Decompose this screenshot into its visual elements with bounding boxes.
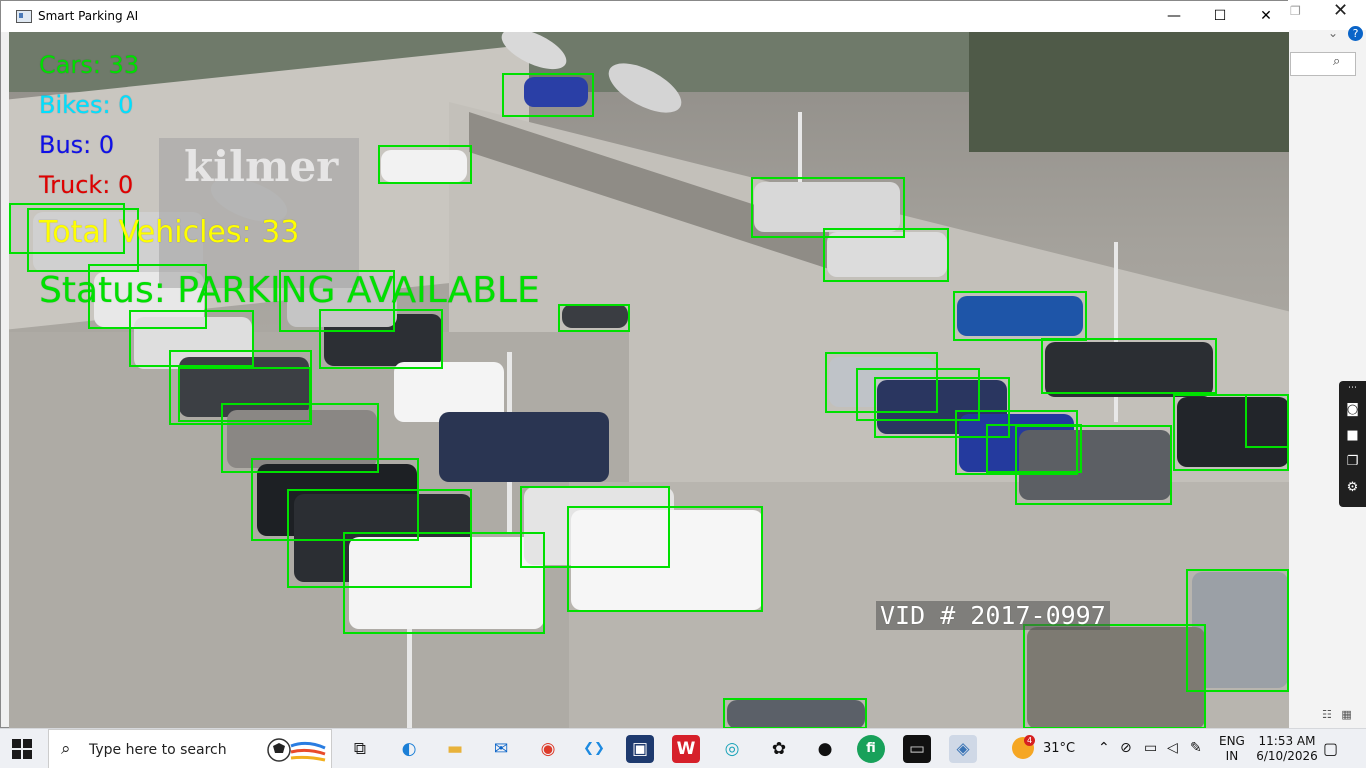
search-highlight-icon[interactable] [267,736,327,764]
language-code: ENG [1219,734,1245,748]
clock-time: 11:53 AM [1258,734,1316,748]
tree-area [969,32,1289,152]
detection-box [823,228,949,282]
watermark-logo: kilmer [184,142,339,191]
taskbar: ⌕ Type here to search ⧉ ◐ ▬ ✉ ◉ ❮❯ ▣ W ◎… [0,728,1366,768]
github-icon[interactable]: ● [811,735,839,763]
chevron-down-icon[interactable]: ⌄ [1328,26,1338,40]
desktop: ❐ ✕ ⌄ ? ⌕ ☷ ▦ ⋯ ◙ ■ ❐ ⚙ Smart Parking AI… [0,0,1366,768]
detection-box [953,291,1087,341]
battery-icon[interactable]: ▭ [1144,740,1157,756]
window-title: Smart Parking AI [38,9,139,23]
close-button[interactable]: ✕ [1243,1,1289,32]
total-vehicles: Total Vehicles: 33 [39,215,300,250]
notification-icon[interactable]: ▢ [1323,739,1338,758]
search-placeholder: Type here to search [89,742,227,758]
cars-count: Cars: 33 [39,51,140,79]
volume-icon[interactable]: ◁ [1167,740,1178,756]
chevron-up-icon[interactable]: ⌃ [1098,740,1110,756]
detection-box [1015,425,1172,505]
smart-parking-window: Smart Parking AI — ☐ ✕ kilmer Cars: 33 B… [0,0,1289,729]
search-icon[interactable]: ⌕ [1333,54,1340,69]
pen-icon[interactable]: ✎ [1190,740,1202,756]
network-icon[interactable]: ⊘ [1120,740,1132,756]
chrome-icon[interactable]: ◉ [534,735,562,763]
video-feed: kilmer Cars: 33 Bikes: 0 Bus: 0 Truck: 0… [9,32,1289,729]
toolbar-grip-icon[interactable]: ⋯ [1339,381,1366,395]
windows-start-icon[interactable] [12,739,32,759]
outlook-icon[interactable]: ✉ [487,735,515,763]
video-id-label: VID # 2017-0997 [876,601,1110,630]
truck-count: Truck: 0 [39,171,134,199]
clock-date: 6/10/2026 [1256,749,1318,763]
terminal-icon[interactable]: ▭ [903,735,931,763]
fi-app-icon[interactable]: fi [857,735,885,763]
detection-box [1041,338,1217,394]
file-explorer-icon[interactable]: ▬ [441,735,469,763]
weather-badge: 4 [1024,735,1035,746]
detection-box [502,73,594,117]
detection-box [723,698,867,729]
view-toggle-icons[interactable]: ☷ ▦ [1322,708,1355,721]
background-restore-icon[interactable]: ❐ [1290,4,1301,18]
clock[interactable]: 11:53 AM 6/10/2026 [1255,734,1319,764]
copilot-icon[interactable]: ◎ [718,735,746,763]
app-window-icon [16,10,32,23]
detection-box [1245,394,1289,448]
maximize-button[interactable]: ☐ [1197,1,1243,32]
detection-box [558,304,630,332]
settings-gear-icon[interactable]: ⚙ [1339,477,1366,499]
car [439,412,609,482]
temperature[interactable]: 31°C [1043,741,1075,756]
python-icon[interactable]: ◈ [949,735,977,763]
remote-desktop-icon[interactable]: ▣ [626,735,654,763]
floating-capture-toolbar: ⋯ ◙ ■ ❐ ⚙ [1339,381,1366,507]
detection-box [1023,624,1206,729]
background-close-icon[interactable]: ✕ [1333,0,1348,21]
background-search-input[interactable] [1290,52,1356,76]
video-record-icon[interactable]: ■ [1339,425,1366,447]
help-icon[interactable]: ? [1348,26,1363,41]
background-window [1288,0,1366,728]
region-code: IN [1225,749,1239,763]
parking-status: Status: PARKING AVAILABLE [39,270,540,311]
camera-icon[interactable]: ◙ [1339,399,1366,421]
minimize-button[interactable]: — [1151,1,1197,32]
language-indicator[interactable]: ENG IN [1219,734,1245,764]
bus-count: Bus: 0 [39,131,115,159]
window-capture-icon[interactable]: ❐ [1339,451,1366,473]
wps-icon[interactable]: W [672,735,700,763]
bikes-count: Bikes: 0 [39,91,134,119]
vscode-icon[interactable]: ❮❯ [580,735,608,763]
detection-box [378,145,472,184]
search-icon: ⌕ [61,739,71,759]
detection-box [343,532,545,634]
edge-icon[interactable]: ◐ [395,735,423,763]
window-titlebar[interactable]: Smart Parking AI — ☐ ✕ [1,1,1289,32]
chatgpt-icon[interactable]: ✿ [765,735,793,763]
taskbar-search-box[interactable]: ⌕ Type here to search [48,729,332,768]
task-view-icon[interactable]: ⧉ [346,735,374,763]
detection-box [567,506,763,612]
